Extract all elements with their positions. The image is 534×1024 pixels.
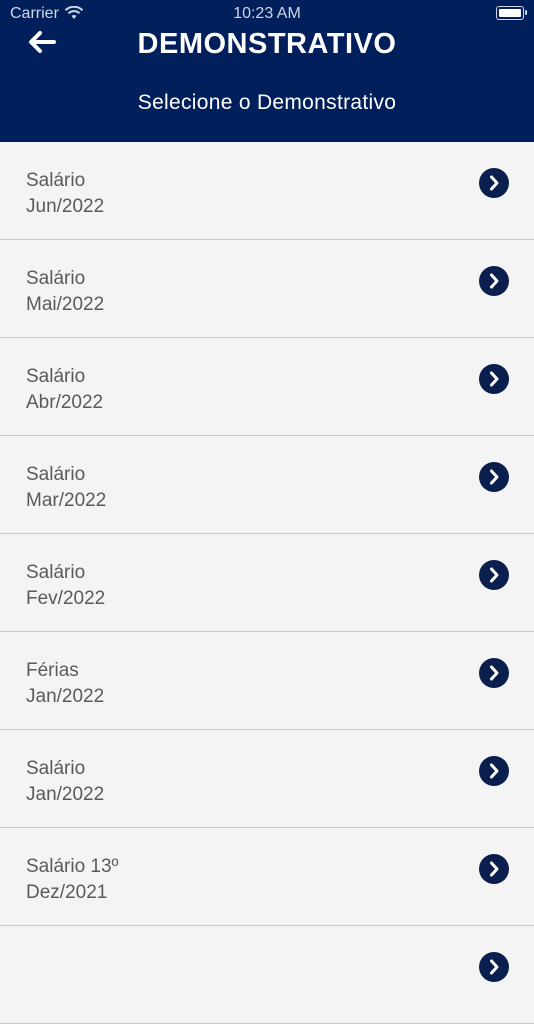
- status-bar: Carrier 10:23 AM: [0, 0, 534, 28]
- chevron-right-icon[interactable]: [479, 952, 509, 982]
- statement-type: Salário: [26, 758, 86, 779]
- list-item[interactable]: Férias Jan/2022: [0, 632, 534, 730]
- list-item[interactable]: Salário Jun/2022: [0, 142, 534, 240]
- statement-type: Salário: [26, 366, 86, 387]
- list-item[interactable]: Salário Jan/2022: [0, 730, 534, 828]
- chevron-right-icon[interactable]: [479, 560, 509, 590]
- page-subtitle: Selecione o Demonstrativo: [137, 91, 397, 114]
- chevron-right-icon[interactable]: [479, 756, 509, 786]
- chevron-right-icon[interactable]: [479, 266, 509, 296]
- statement-type: Salário: [26, 170, 86, 191]
- list-item[interactable]: Salário Mar/2022: [0, 436, 534, 534]
- statement-period: Dez/2021: [26, 882, 108, 903]
- list-item[interactable]: Salário 13º Dez/2021: [0, 828, 534, 926]
- statement-list: Salário Jun/2022 Salário Mai/2022 Salári…: [0, 142, 534, 1024]
- statement-period: Abr/2022: [26, 392, 104, 413]
- statement-period: Mar/2022: [26, 490, 107, 511]
- chevron-right-icon[interactable]: [479, 658, 509, 688]
- list-item[interactable]: [0, 926, 534, 1024]
- statement-period: Jan/2022: [26, 784, 105, 805]
- list-item[interactable]: Salário Fev/2022: [0, 534, 534, 632]
- chevron-right-icon[interactable]: [479, 168, 509, 198]
- statement-type: Salário: [26, 562, 86, 583]
- statement-period: Jun/2022: [26, 196, 105, 217]
- chevron-right-icon[interactable]: [479, 854, 509, 884]
- statement-period: Jan/2022: [26, 686, 105, 707]
- statement-period: Fev/2022: [26, 588, 106, 609]
- app-header: Carrier 10:23 AM DEMONSTRATIVO Selecione…: [0, 0, 534, 142]
- statement-type: Salário 13º: [26, 856, 119, 877]
- chevron-right-icon[interactable]: [479, 364, 509, 394]
- chevron-right-icon[interactable]: [479, 462, 509, 492]
- page-title: DEMONSTRATIVO: [137, 28, 397, 60]
- statement-type: Salário: [26, 268, 86, 289]
- statement-type: Férias: [26, 660, 79, 681]
- statement-type: Salário: [26, 464, 86, 485]
- statement-period: Mai/2022: [26, 294, 105, 315]
- list-item[interactable]: Salário Abr/2022: [0, 338, 534, 436]
- battery-icon: [496, 6, 527, 20]
- list-item[interactable]: Salário Mai/2022: [0, 240, 534, 338]
- status-time: 10:23 AM: [233, 5, 301, 22]
